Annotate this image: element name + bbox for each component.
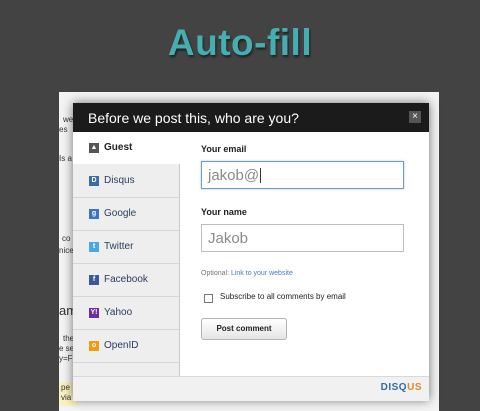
sidebar-item-twitter[interactable]: t Twitter — [73, 231, 179, 264]
sidebar-item-label: Yahoo — [104, 307, 133, 318]
sidebar-item-label: OpenID — [104, 340, 139, 351]
slide-title: Auto-fill — [167, 22, 313, 63]
bg-text: e se — [59, 344, 75, 353]
name-label: Your name — [201, 207, 247, 217]
login-provider-sidebar: ▲ Guest D Disqus g Google t Twitter f Facebook Y! Y… — [73, 132, 180, 376]
sidebar-item-google[interactable]: g Google — [73, 198, 179, 231]
email-label: Your email — [201, 144, 247, 154]
optional-website: Optional: Link to your website — [201, 270, 293, 277]
subscribe-checkbox[interactable] — [204, 294, 213, 303]
bg-text: co — [62, 234, 71, 243]
bg-text: y=F — [59, 354, 73, 363]
bg-text: pe — [61, 383, 70, 392]
bg-text: es — [59, 125, 68, 134]
bg-text: we — [63, 115, 74, 124]
sidebar-item-label: Disqus — [104, 175, 135, 186]
modal-title: Before we post this, who are you? — [88, 110, 299, 126]
sidebar-item-openid[interactable]: o OpenID — [73, 330, 179, 363]
sidebar-item-yahoo[interactable]: Y! Yahoo — [73, 297, 179, 330]
disqus-icon: D — [89, 176, 99, 186]
twitter-icon: t — [89, 242, 99, 252]
sidebar-item-guest[interactable]: ▲ Guest — [73, 132, 180, 164]
bg-text: nice — [59, 246, 74, 255]
sidebar-item-disqus[interactable]: D Disqus — [73, 165, 179, 198]
optional-prefix: Optional: — [201, 270, 231, 277]
facebook-icon: f — [89, 275, 99, 285]
email-value: jakob@ — [208, 167, 260, 184]
login-modal: Before we post this, who are you? × ▲ Gue… — [73, 103, 429, 401]
sidebar-item-label: Google — [104, 208, 137, 219]
sidebar-item-facebook[interactable]: f Facebook — [73, 264, 179, 297]
openid-icon: o — [89, 341, 99, 351]
sidebar-item-label: Twitter — [104, 241, 134, 252]
name-field[interactable]: Jakob — [201, 224, 404, 252]
google-icon: g — [89, 209, 99, 219]
post-comment-button[interactable]: Post comment — [201, 318, 287, 340]
close-icon[interactable]: × — [409, 111, 421, 123]
modal-footer: DISQUS — [73, 376, 429, 401]
name-value: Jakob — [208, 230, 249, 247]
yahoo-icon: Y! — [89, 308, 99, 318]
email-field[interactable]: jakob@ — [201, 161, 404, 189]
person-icon: ▲ — [89, 143, 99, 153]
subscribe-label: Subscribe to all comments by email — [220, 292, 346, 301]
guest-form: Your email jakob@ Your name Jakob Option… — [180, 132, 429, 376]
brand-main: DISQ — [380, 382, 408, 393]
brand-accent: US — [407, 382, 422, 393]
modal-header: Before we post this, who are you? × — [73, 103, 429, 132]
website-link[interactable]: Link to your website — [231, 270, 293, 277]
bg-text: via — [61, 393, 72, 402]
sidebar-item-label: Guest — [104, 142, 133, 153]
text-caret — [260, 168, 262, 183]
disqus-logo: DISQUS — [381, 382, 422, 393]
sidebar-item-label: Facebook — [104, 274, 148, 285]
bg-text: Is a — [59, 154, 72, 163]
